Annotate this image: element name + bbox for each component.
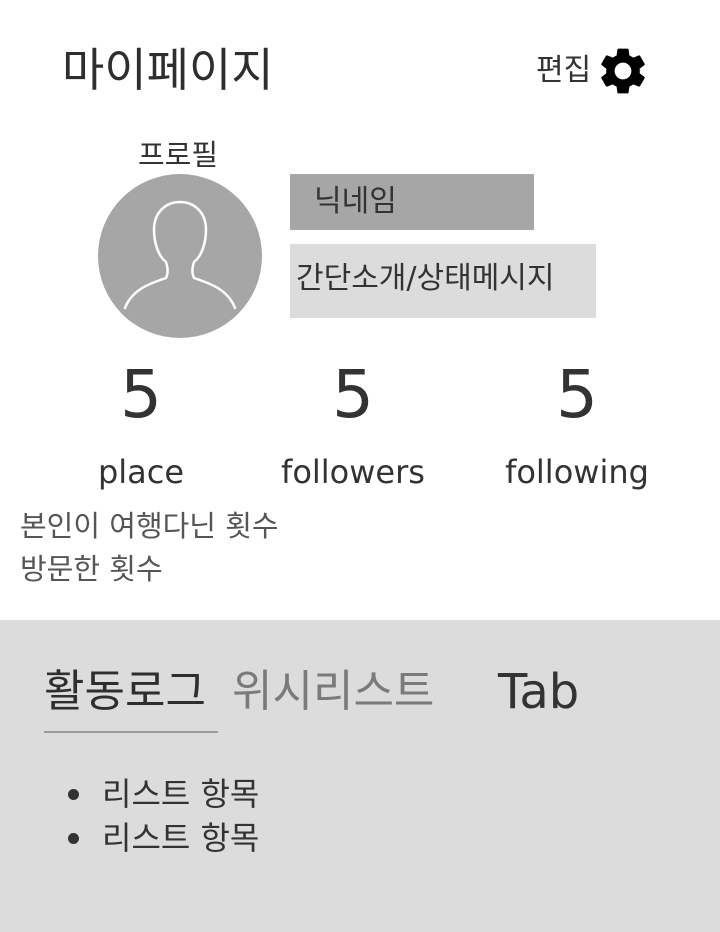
stat-place-count: 5 [120, 356, 162, 433]
status-message-field[interactable]: 간단소개/상태메시지 [290, 244, 596, 318]
stat-following[interactable]: 5 following [477, 360, 677, 492]
tab-generic[interactable]: Tab [498, 662, 579, 722]
stat-followers-count: 5 [332, 356, 374, 433]
stat-following-count: 5 [556, 356, 598, 433]
nickname-field[interactable]: 닉네임 [290, 174, 534, 230]
page-title: 마이페이지 [62, 43, 274, 97]
tab-wishlist[interactable]: 위시리스트 [232, 662, 434, 722]
list-item-label: 리스트 항목 [102, 819, 260, 857]
edit-label: 편집 [536, 53, 592, 88]
person-silhouette-icon [123, 200, 237, 310]
note-travel-count: 본인이 여행다닌 횟수 [20, 509, 279, 543]
edit-button[interactable]: 편집 [536, 42, 651, 100]
list-item[interactable]: 리스트 항목 [64, 772, 259, 816]
status-message-text: 간단소개/상태메시지 [296, 261, 555, 296]
list-item-label: 리스트 항목 [102, 775, 260, 813]
bullet-icon [68, 789, 79, 800]
active-tab-indicator [44, 731, 218, 733]
profile-section-label: 프로필 [138, 138, 219, 172]
activity-section: 활동로그 위시리스트 Tab 리스트 항목 리스트 항목 [0, 620, 720, 932]
stat-place-label: place [97, 453, 185, 491]
list-item[interactable]: 리스트 항목 [64, 816, 259, 860]
bullet-icon [68, 833, 79, 844]
stat-followers[interactable]: 5 followers [253, 360, 453, 492]
note-visit-count: 방문한 횟수 [20, 552, 163, 586]
stat-place[interactable]: 5 place [41, 360, 241, 492]
tab-activity-log[interactable]: 활동로그 [44, 662, 206, 722]
stat-followers-label: followers [281, 453, 425, 491]
activity-list: 리스트 항목 리스트 항목 [64, 772, 259, 860]
nickname-text: 닉네임 [314, 184, 397, 219]
gear-icon[interactable] [595, 43, 651, 99]
avatar[interactable] [98, 174, 262, 338]
stat-following-label: following [505, 453, 649, 491]
